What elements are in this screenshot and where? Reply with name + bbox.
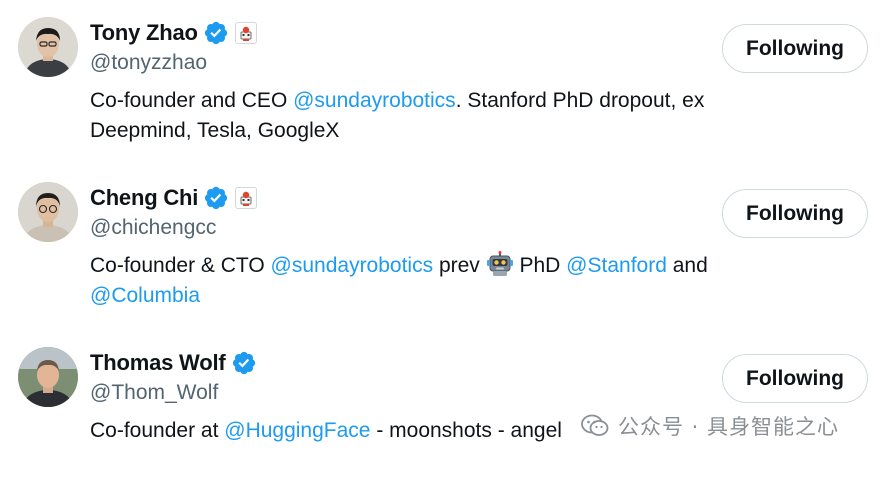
mention-link[interactable]: @Columbia (90, 284, 200, 307)
avatar[interactable] (18, 182, 78, 242)
verified-badge-icon (203, 185, 229, 211)
avatar-photo (18, 17, 78, 77)
watermark: 公众号 · 具身智能之心 (580, 410, 839, 442)
robot-emoji-icon (486, 251, 514, 277)
watermark-text: 公众号 · 具身智能之心 (618, 415, 840, 439)
mention-link[interactable]: @HuggingFace (224, 419, 370, 442)
following-button[interactable]: Following (722, 24, 868, 73)
bio-text: Co-founder and CEO (90, 89, 294, 112)
bio-text: and (666, 254, 708, 277)
affiliate-badge-icon[interactable] (234, 22, 257, 44)
display-name[interactable]: Thomas Wolf (90, 350, 226, 376)
bio-text: PhD (513, 254, 567, 277)
following-button[interactable]: Following (722, 189, 868, 238)
bio-text: Co-founder & CTO (90, 254, 271, 277)
verified-badge-icon (231, 350, 257, 376)
bio-text: - moonshots - angel (370, 419, 562, 442)
bio-text: Co-founder at (90, 419, 225, 442)
avatar-photo (18, 347, 78, 407)
avatar[interactable] (18, 347, 78, 407)
affiliate-badge-icon[interactable] (235, 187, 258, 209)
name-row: Cheng Chi (90, 182, 258, 214)
user-handle[interactable]: @tonyzzhao (90, 51, 207, 75)
wechat-icon (580, 413, 610, 439)
mention-link[interactable]: @sundayrobotics (271, 254, 434, 277)
user-cell[interactable]: Tony Zhao @tonyzzhao Co-founder and CEO … (0, 0, 893, 165)
bio-text: prev (433, 254, 486, 277)
display-name[interactable]: Cheng Chi (90, 185, 198, 211)
user-cell[interactable]: Cheng Chi @chichengcc Co-founder & CTO @… (0, 165, 893, 330)
user-bio: Co-founder and CEO @sundayrobotics. Stan… (90, 86, 810, 146)
following-button[interactable]: Following (722, 354, 868, 403)
avatar[interactable] (18, 17, 78, 77)
verified-badge-icon (203, 20, 229, 46)
name-row: Thomas Wolf (90, 347, 257, 379)
user-bio: Co-founder & CTO @sundayrobotics prev Ph… (90, 251, 810, 311)
avatar-photo (18, 182, 78, 242)
user-handle[interactable]: @Thom_Wolf (90, 381, 218, 405)
mention-link[interactable]: @Stanford (566, 254, 667, 277)
display-name[interactable]: Tony Zhao (90, 20, 198, 46)
user-handle[interactable]: @chichengcc (90, 216, 216, 240)
name-row: Tony Zhao (90, 17, 257, 49)
mention-link[interactable]: @sundayrobotics (293, 89, 456, 112)
